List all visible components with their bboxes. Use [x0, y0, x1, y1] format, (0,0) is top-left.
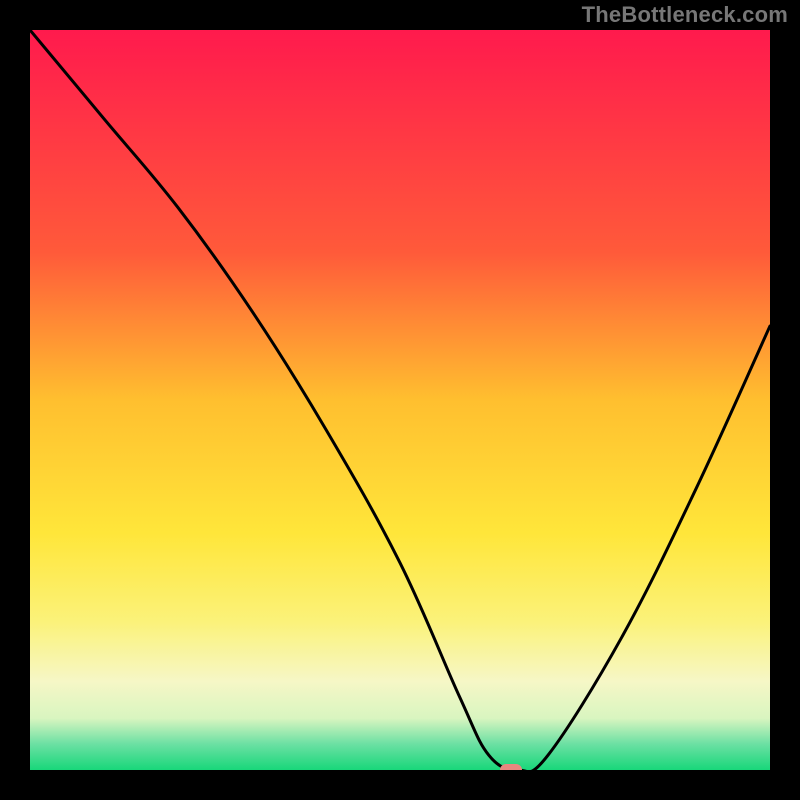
- bottleneck-curve: [30, 30, 770, 770]
- chart-container: TheBottleneck.com: [0, 0, 800, 800]
- curve-layer: [30, 30, 770, 770]
- optimal-marker: [500, 764, 522, 770]
- plot-area: [30, 30, 770, 770]
- attribution-text: TheBottleneck.com: [582, 2, 788, 28]
